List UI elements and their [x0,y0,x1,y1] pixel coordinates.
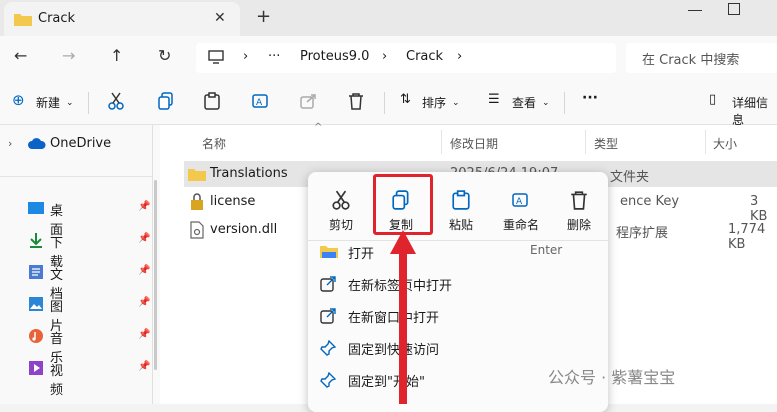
sidebar-divider [0,176,152,177]
details-button-label[interactable]: 详细信息 [732,94,777,128]
watermark: 公众号 · 紫薯宝宝 [548,368,676,387]
search-placeholder: 在 Crack 中搜索 [642,53,740,68]
column-header-name[interactable]: 名称 [202,135,226,152]
tab-crack[interactable]: Crack ✕ [4,2,240,36]
folder-open-icon [320,246,338,258]
details-pane-icon: ▯ [709,92,717,107]
red-arrow-annotation [390,230,416,404]
chevron-down-icon: ⌄ [66,98,74,108]
scissors-icon[interactable] [108,92,124,110]
pin-icon: 📌 [138,329,151,340]
menu-item-open-new-window[interactable]: 在新窗口中打开 [320,302,600,330]
breadcrumb-more[interactable]: ··· [268,49,280,64]
chevron-down-icon: ⌄ [542,98,550,108]
download-icon [30,233,42,248]
share-icon[interactable] [300,92,318,110]
rename-button[interactable]: A 重命名 [490,182,552,236]
pin-icon: 📌 [138,297,151,308]
chevron-down-icon: ⌄ [452,98,460,108]
pane-divider[interactable] [152,125,153,404]
folder-icon [188,169,206,181]
folder-icon [14,14,32,26]
paste-icon[interactable] [204,92,220,110]
pin-icon: 📌 [138,361,151,372]
monitor-icon [208,50,224,64]
forward-button[interactable]: → [62,46,75,65]
lock-file-icon [191,193,203,210]
new-tab-icon [320,276,336,292]
pin-icon [320,340,336,356]
new-tab-button[interactable]: + [256,6,271,27]
pin-icon [320,372,336,388]
trash-icon [571,191,587,210]
column-header-size[interactable]: 大小 [713,135,737,152]
breadcrumb-crack[interactable]: Crack [406,49,443,64]
sidebar-scrollbar[interactable] [154,180,157,370]
breadcrumb-separator: › [457,49,463,64]
videos-icon [29,361,43,375]
view-button-label[interactable]: 查看 [512,94,536,111]
sidebar-item-onedrive[interactable]: OneDrive [50,136,111,151]
delete-button[interactable]: 删除 [548,182,610,236]
new-plus-icon: ⊕ [12,91,25,109]
chevron-right-icon[interactable]: › [8,137,12,150]
navigation-pane [0,125,160,404]
menu-item-open[interactable]: 打开 Enter [320,238,600,266]
back-button[interactable]: ← [14,46,27,65]
column-header-modified[interactable]: 修改日期 [450,135,498,152]
paste-icon [452,190,470,210]
refresh-button[interactable]: ↻ [158,46,171,65]
scissors-icon [332,190,350,210]
svg-text:A: A [516,197,523,207]
pin-icon: 📌 [138,265,151,276]
dll-file-icon [190,221,204,239]
desktop-icon [28,202,44,214]
menu-item-pin-quick-access[interactable]: 固定到快速访问 [320,334,600,362]
breadcrumb-proteus[interactable]: Proteus9.0 [300,49,369,64]
cut-button[interactable]: 剪切 [310,182,372,236]
rename-icon[interactable]: A [252,92,270,110]
column-divider[interactable] [705,130,706,154]
column-divider[interactable] [585,130,586,154]
pin-icon: 📌 [138,201,151,212]
minimize-button[interactable] [688,10,702,11]
pin-icon: 📌 [138,233,151,244]
trash-icon[interactable] [348,92,364,110]
toolbar-divider [88,92,89,114]
maximize-button[interactable] [728,3,740,15]
more-options-button[interactable]: ··· [582,90,598,106]
pictures-icon [29,297,43,311]
copy-icon[interactable] [158,92,174,110]
breadcrumb-separator: › [382,49,388,64]
new-window-icon [320,308,336,324]
svg-text:A: A [256,98,263,108]
cloud-icon [28,138,46,149]
rename-icon: A [512,193,528,207]
menu-item-open-new-tab[interactable]: 在新标签页中打开 [320,270,600,298]
breadcrumb-separator: › [243,49,249,64]
view-icon: ☰ [488,92,500,107]
music-icon [29,329,43,343]
copy-highlight-box [373,174,433,235]
tab-close-button[interactable]: ✕ [214,10,226,26]
documents-icon [29,265,43,279]
up-button[interactable]: ↑ [110,46,123,65]
toolbar-divider [564,92,565,114]
sort-icon: ⇅ [400,92,411,107]
toolbar-divider [384,92,385,114]
sort-caret-icon: ^ [314,122,323,133]
sort-button-label[interactable]: 排序 [422,94,446,111]
column-header-type[interactable]: 类型 [594,135,618,152]
shortcut-label: Enter [530,243,563,257]
new-button-label[interactable]: 新建 [36,94,60,111]
paste-button[interactable]: 粘贴 [430,182,492,236]
column-divider[interactable] [441,130,442,154]
tab-title: Crack [38,11,76,26]
